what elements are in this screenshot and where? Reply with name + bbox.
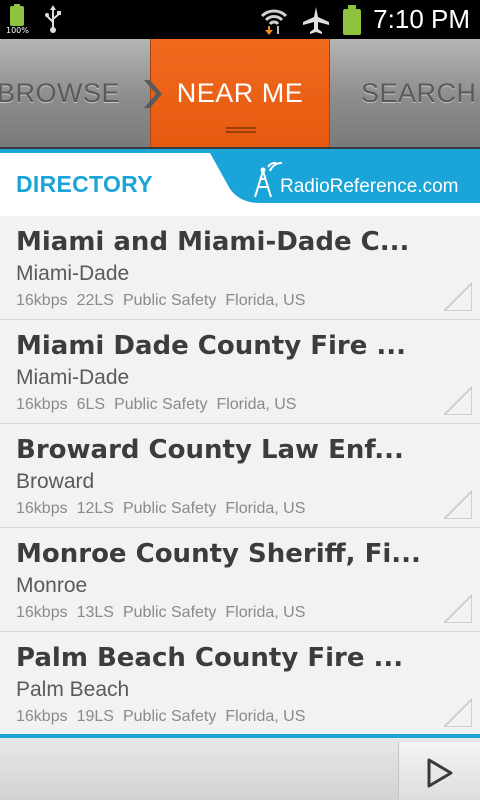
feed-bitrate: 16kbps: [16, 292, 68, 309]
feed-genre: Public Safety: [114, 396, 208, 413]
page-title: DIRECTORY: [16, 171, 153, 197]
feed-title: Monroe County Sheriff, Fi...: [16, 539, 421, 569]
feed-listeners: 19LS: [76, 708, 114, 725]
feed-meta: 16kbps 6LS Public Safety Florida, US: [16, 396, 296, 414]
corner-triangle-icon: [444, 595, 472, 623]
list-item[interactable]: Palm Beach County Fire ... Palm Beach 16…: [0, 632, 480, 734]
airplane-icon: [303, 6, 330, 34]
status-clock: 7:10 PM: [373, 4, 470, 34]
battery-percent: 100%: [6, 26, 29, 35]
feed-meta: 16kbps 22LS Public Safety Florida, US: [16, 292, 305, 310]
feed-genre: Public Safety: [122, 604, 217, 621]
feed-listeners: 22LS: [76, 292, 114, 309]
feed-meta: 16kbps 12LS Public Safety Florida, US: [16, 500, 305, 518]
list-item[interactable]: Miami and Miami-Dade C... Miami-Dade 16k…: [0, 216, 480, 320]
play-button[interactable]: [398, 742, 480, 800]
feed-genre: Public Safety: [122, 500, 217, 517]
tab-search[interactable]: SEARCH: [331, 39, 480, 147]
feed-title: Broward County Law Enf...: [16, 435, 404, 465]
feed-county: Palm Beach: [16, 678, 130, 701]
feed-county: Broward: [16, 470, 95, 493]
feed-list[interactable]: Miami and Miami-Dade C... Miami-Dade 16k…: [0, 216, 480, 734]
feed-genre: Public Safety: [122, 292, 217, 309]
feed-bitrate: 16kbps: [16, 604, 68, 621]
chevron-right-icon: [144, 80, 162, 108]
radioreference-logo: RadioReference.com: [280, 176, 459, 197]
feed-title: Miami Dade County Fire ...: [16, 331, 407, 361]
battery-icon: [343, 4, 362, 35]
feed-location: Florida, US: [225, 500, 306, 517]
corner-triangle-icon: [444, 387, 472, 415]
feed-title: Miami and Miami-Dade C...: [16, 227, 410, 257]
feed-bitrate: 16kbps: [16, 500, 68, 517]
status-bar: 100% 7:10 PM: [0, 0, 480, 39]
feed-meta: 16kbps 13LS Public Safety Florida, US: [16, 604, 305, 622]
feed-bitrate: 16kbps: [16, 396, 68, 413]
feed-location: Florida, US: [216, 396, 297, 413]
feed-genre: Public Safety: [122, 708, 217, 725]
drag-grip-icon: [226, 127, 256, 137]
corner-triangle-icon: [444, 491, 472, 519]
player-bar: [0, 734, 480, 800]
corner-triangle-icon: [444, 699, 472, 727]
play-icon: [427, 758, 452, 788]
feed-listeners: 12LS: [76, 500, 114, 517]
feed-bitrate: 16kbps: [16, 708, 68, 725]
list-item[interactable]: Broward County Law Enf... Broward 16kbps…: [0, 424, 480, 528]
feed-county: Monroe: [16, 574, 88, 597]
corner-triangle-icon: [444, 283, 472, 311]
tab-browse[interactable]: BROWSE: [0, 39, 150, 147]
list-item[interactable]: Miami Dade County Fire ... Miami-Dade 16…: [0, 320, 480, 424]
usb-icon: [45, 5, 61, 33]
feed-title: Palm Beach County Fire ...: [16, 643, 404, 673]
feed-county: Miami-Dade: [16, 262, 130, 285]
feed-meta: 16kbps 19LS Public Safety Florida, US: [16, 708, 305, 726]
wifi-icon: [261, 9, 288, 35]
feed-listeners: 13LS: [76, 604, 114, 621]
directory-header: DIRECTORY RadioReference.com: [0, 149, 480, 216]
feed-listeners: 6LS: [76, 396, 106, 413]
list-item[interactable]: Monroe County Sheriff, Fi... Monroe 16kb…: [0, 528, 480, 632]
feed-location: Florida, US: [225, 708, 306, 725]
feed-county: Miami-Dade: [16, 366, 130, 389]
battery-icon: 100%: [6, 4, 29, 35]
feed-location: Florida, US: [225, 604, 306, 621]
feed-location: Florida, US: [225, 292, 306, 309]
